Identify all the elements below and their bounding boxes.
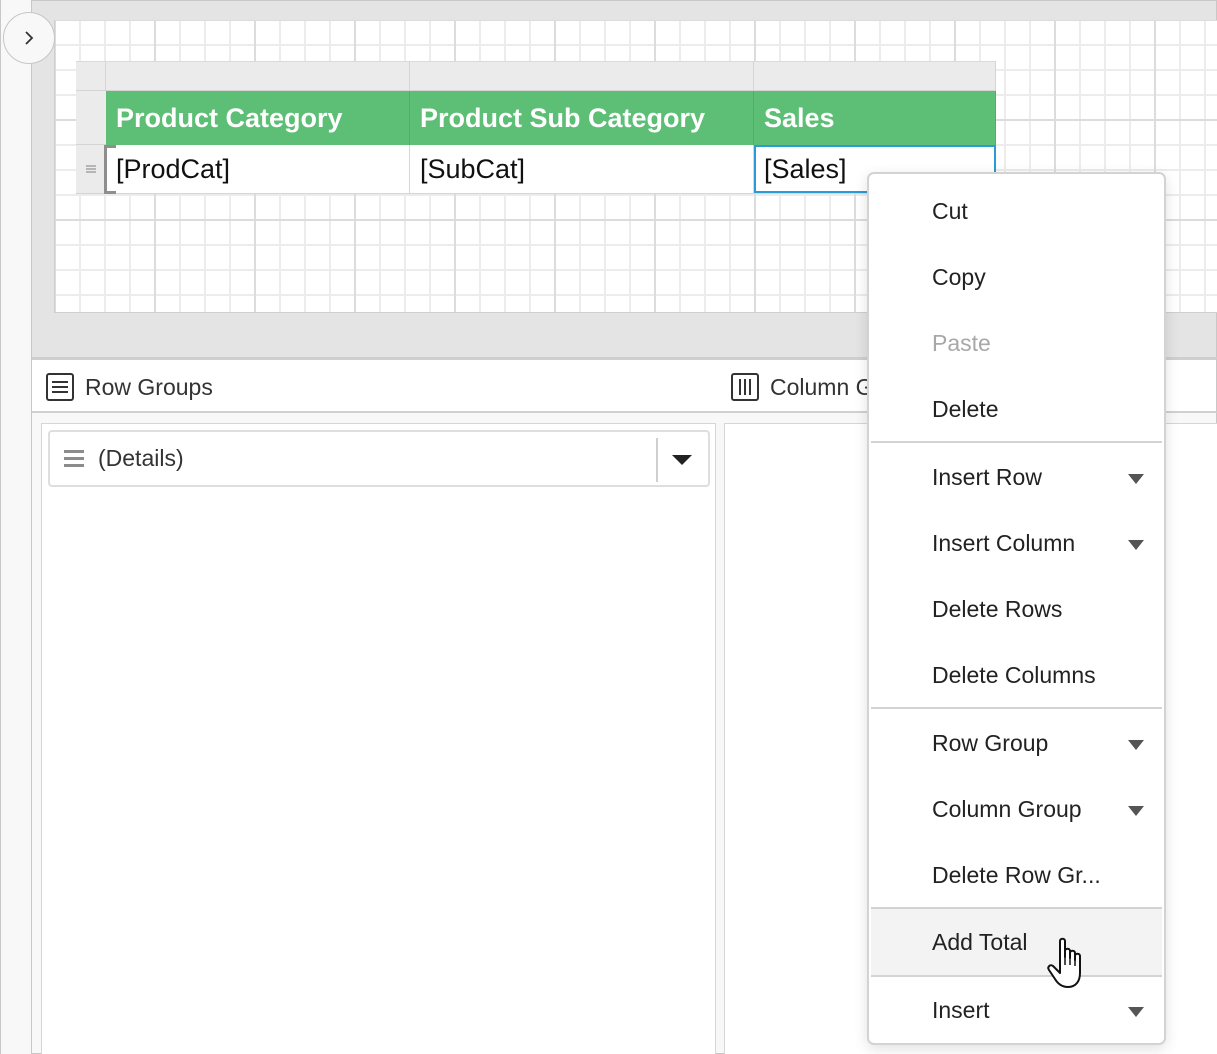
column-handle[interactable] <box>410 61 754 91</box>
submenu-arrow-icon <box>1128 474 1144 484</box>
header-row: Product Category Product Sub Category Sa… <box>106 91 996 145</box>
row-groups-label: Row Groups <box>85 373 213 400</box>
menu-item-cut[interactable]: Cut <box>871 178 1162 244</box>
menu-item-column-group[interactable]: Column Group <box>871 776 1162 842</box>
details-row: [ProdCat] [SubCat] [Sales] <box>106 145 996 194</box>
divider <box>656 438 658 482</box>
corner-handle[interactable] <box>76 61 106 91</box>
menu-item-label: Delete Columns <box>932 661 1096 688</box>
menu-item-insert-row[interactable]: Insert Row <box>871 444 1162 510</box>
menu-item-label: Delete <box>932 395 999 422</box>
menu-item-label: Column Group <box>932 795 1082 822</box>
submenu-arrow-icon <box>1128 1007 1144 1017</box>
menu-item-copy[interactable]: Copy <box>871 244 1162 310</box>
column-handle[interactable] <box>754 61 996 91</box>
row-group-item-label: (Details) <box>98 445 184 471</box>
menu-item-label: Insert Row <box>932 463 1042 490</box>
data-cell[interactable]: [ProdCat] <box>106 145 410 193</box>
row-handle[interactable] <box>76 145 106 194</box>
data-cell[interactable]: [SubCat] <box>410 145 754 193</box>
menu-item-delete[interactable]: Delete <box>871 376 1162 442</box>
menu-item-label: Insert <box>932 996 990 1023</box>
menu-item-add-total[interactable]: Add Total <box>871 909 1162 975</box>
left-rail <box>0 0 32 1054</box>
drag-handle-icon[interactable] <box>64 449 84 468</box>
row-grip-icon <box>86 165 96 173</box>
menu-item-delete-columns[interactable]: Delete Columns <box>871 642 1162 708</box>
column-handles <box>76 61 996 91</box>
menu-item-label: Copy <box>932 263 986 290</box>
header-cell[interactable]: Product Sub Category <box>410 91 754 145</box>
menu-item-label: Delete Row Gr... <box>932 861 1101 888</box>
menu-item-insert-column[interactable]: Insert Column <box>871 510 1162 576</box>
submenu-arrow-icon <box>1128 540 1144 550</box>
menu-item-label: Cut <box>932 197 968 224</box>
header-cell[interactable]: Sales <box>754 91 996 145</box>
submenu-arrow-icon <box>1128 740 1144 750</box>
submenu-arrow-icon <box>1128 806 1144 816</box>
context-menu: Cut Copy Paste Delete Insert Row Insert … <box>867 172 1166 1045</box>
menu-item-paste[interactable]: Paste <box>871 310 1162 376</box>
menu-item-label: Delete Rows <box>932 595 1063 622</box>
column-groups-icon <box>731 373 759 401</box>
column-handle[interactable] <box>106 61 410 91</box>
menu-separator <box>871 441 1162 443</box>
row-groups-title: Row Groups <box>45 372 213 402</box>
row-handle[interactable] <box>76 91 106 145</box>
menu-item-row-group[interactable]: Row Group <box>871 710 1162 776</box>
row-groups-pane: (Details) <box>41 423 716 1054</box>
hand-pointer-cursor-icon <box>1047 937 1081 988</box>
expand-panel-button[interactable] <box>3 12 55 64</box>
menu-separator <box>871 707 1162 709</box>
chevron-right-icon <box>25 31 34 45</box>
menu-item-label: Row Group <box>932 729 1049 756</box>
row-groups-icon <box>46 373 74 401</box>
row-group-bracket <box>104 145 116 194</box>
menu-item-label: Insert Column <box>932 529 1076 556</box>
menu-item-delete-row-group[interactable]: Delete Row Gr... <box>871 842 1162 908</box>
menu-item-delete-rows[interactable]: Delete Rows <box>871 576 1162 642</box>
menu-item-insert[interactable]: Insert <box>871 977 1162 1043</box>
header-cell[interactable]: Product Category <box>106 91 410 145</box>
caret-down-icon[interactable] <box>672 455 692 465</box>
row-group-item-details[interactable]: (Details) <box>48 430 710 487</box>
menu-item-label: Add Total <box>932 928 1028 955</box>
menu-item-label: Paste <box>932 329 991 356</box>
